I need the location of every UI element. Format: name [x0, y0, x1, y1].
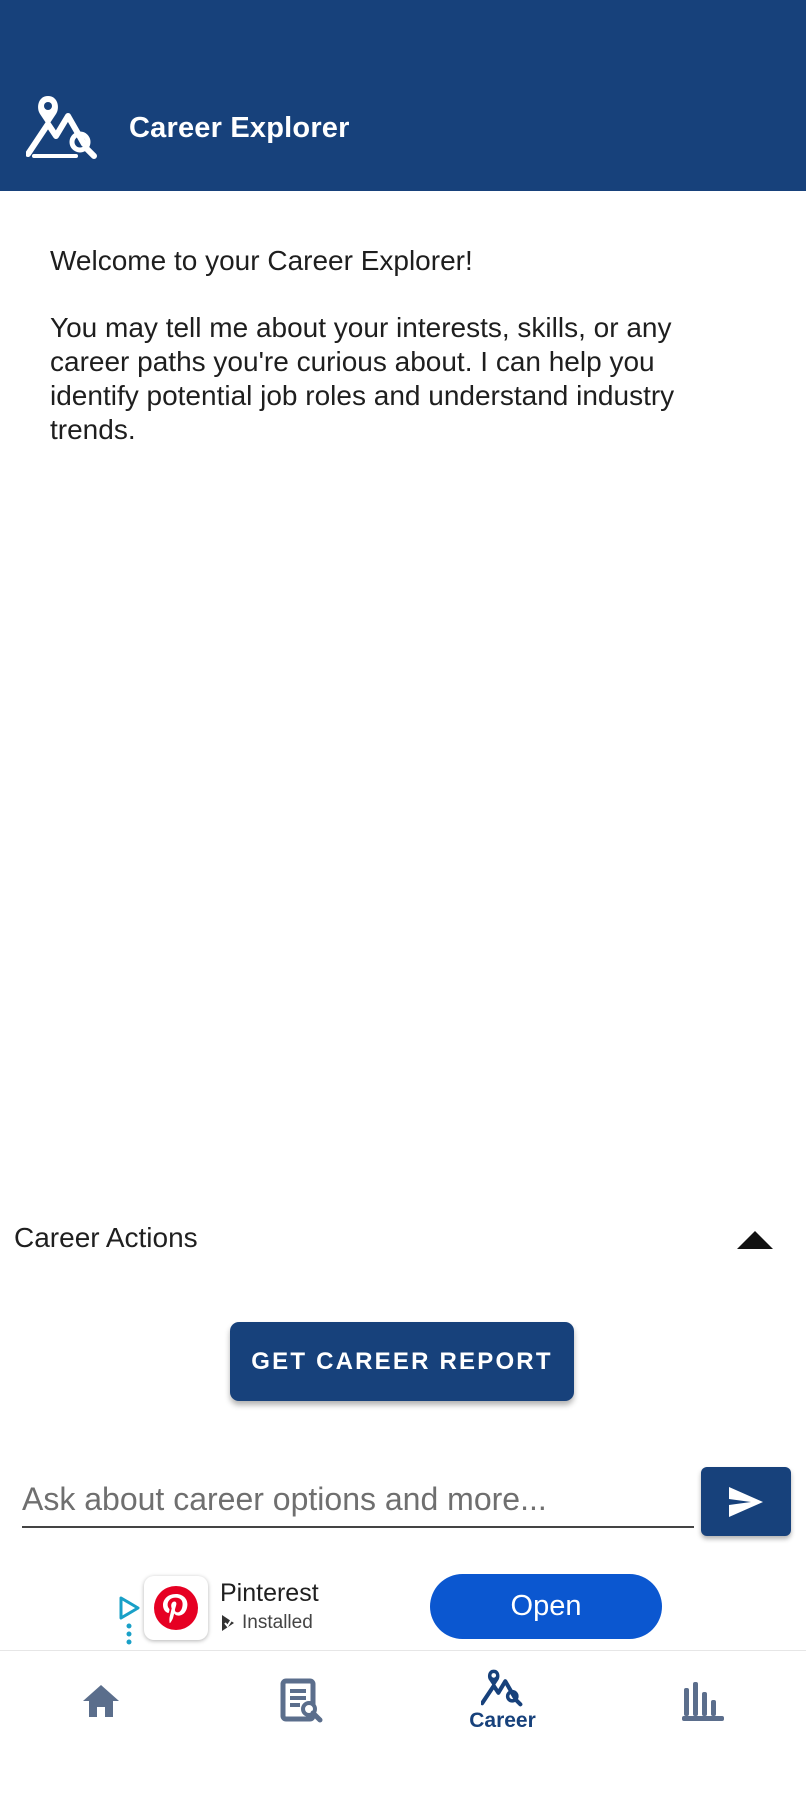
app-title: Career Explorer [129, 112, 350, 144]
bar-chart-icon [681, 1682, 724, 1721]
career-explorer-icon [480, 1669, 522, 1707]
intro-message: You may tell me about your interests, sk… [50, 312, 675, 445]
ask-career-input[interactable] [22, 1472, 694, 1528]
home-icon [82, 1685, 119, 1717]
ad-open-button[interactable]: Open [430, 1574, 662, 1639]
collapse-arrow-icon[interactable] [730, 1224, 780, 1254]
ad-status-text: Installed [242, 1612, 313, 1633]
get-career-report-button[interactable]: GET CAREER REPORT [230, 1322, 574, 1401]
ad-choices-icon[interactable] [116, 1596, 142, 1646]
chat-area: Welcome to your Career Explorer! You may… [50, 244, 750, 480]
play-store-installed-icon [222, 1615, 234, 1631]
pinterest-logo-icon [154, 1586, 198, 1630]
ad-app-name: Pinterest [220, 1579, 319, 1607]
nav-item-articles[interactable] [201, 1651, 402, 1796]
nav-item-career[interactable]: Career [402, 1651, 603, 1796]
career-explorer-logo-icon [26, 96, 97, 159]
pinterest-app-icon[interactable] [144, 1576, 208, 1640]
nav-item-home[interactable] [0, 1651, 201, 1796]
send-button[interactable] [701, 1467, 791, 1536]
ad-banner[interactable]: Pinterest Installed Open [0, 1568, 806, 1648]
article-search-icon [280, 1678, 322, 1723]
send-icon [729, 1486, 763, 1517]
career-actions-header[interactable]: Career Actions [14, 1218, 794, 1262]
nav-item-insights[interactable] [603, 1651, 804, 1796]
career-actions-label: Career Actions [14, 1222, 198, 1253]
bottom-navigation: Career [0, 1650, 806, 1796]
app-bar: Career Explorer [0, 0, 806, 191]
ad-install-status: Installed [220, 1612, 313, 1634]
welcome-message: Welcome to your Career Explorer! [50, 245, 473, 276]
nav-label-career: Career [469, 1709, 536, 1732]
